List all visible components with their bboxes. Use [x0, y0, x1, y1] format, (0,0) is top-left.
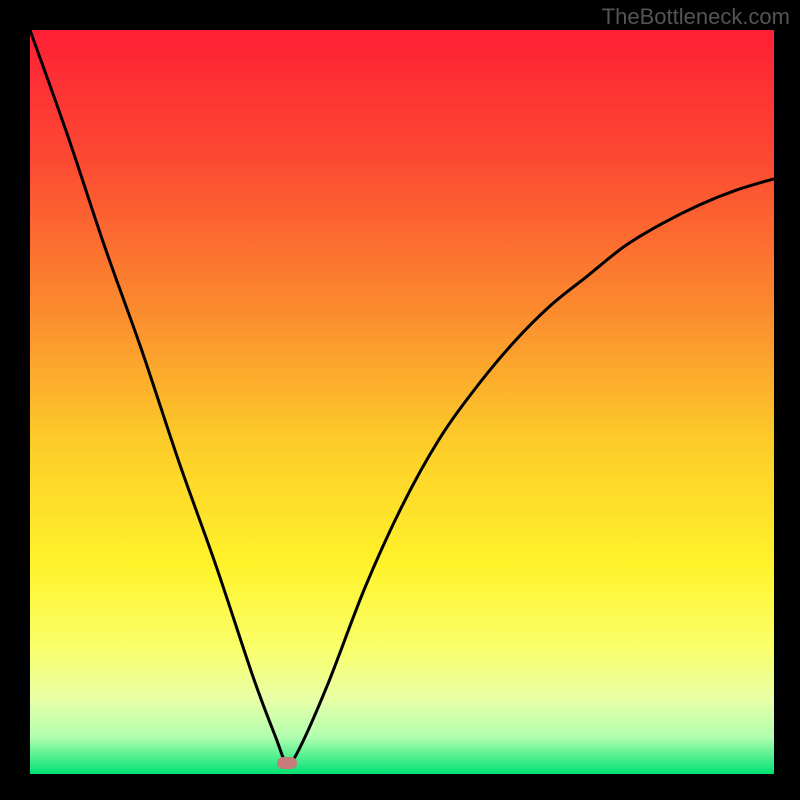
minimum-marker — [277, 757, 297, 769]
watermark-text: TheBottleneck.com — [602, 4, 790, 30]
plot-area — [30, 30, 774, 774]
curve-layer — [30, 30, 774, 774]
chart-container: TheBottleneck.com — [0, 0, 800, 800]
bottleneck-curve — [30, 30, 774, 764]
